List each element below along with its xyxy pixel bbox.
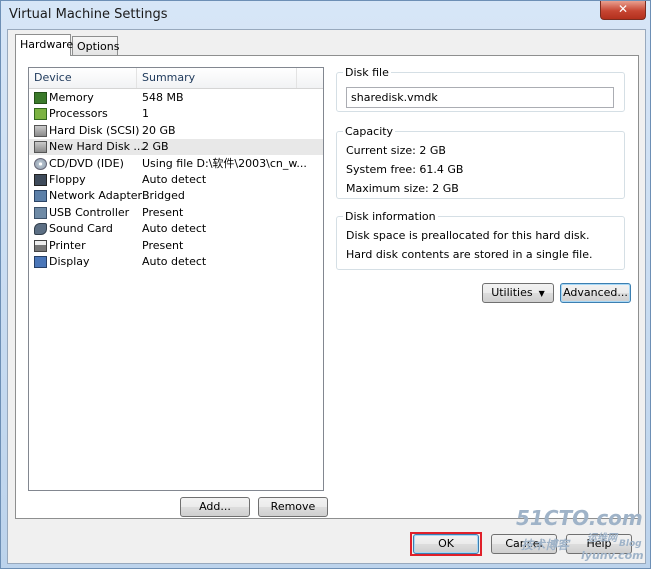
current-size-text: Current size: 2 GB [346,144,446,157]
utilities-label: Utilities [491,286,533,299]
device-name: Sound Card [49,222,113,236]
device-summary: 548 MB [142,91,184,104]
sound-card-icon [34,223,47,236]
device-name: Floppy [49,173,86,186]
device-row[interactable]: New Hard Disk ... 2 GB [29,139,323,156]
hard-disk-icon [34,124,47,137]
printer-icon [34,239,47,252]
device-name: Display [49,255,90,268]
maximum-size-text: Maximum size: 2 GB [346,182,459,195]
device-name: USB Controller [49,205,130,219]
watermark-badge: 运维网 [587,533,617,544]
memory-icon [34,92,47,104]
device-row[interactable]: Processors 1 [29,106,323,122]
tab-options[interactable]: Options [72,36,119,56]
dropdown-arrow-icon: ▼ [536,289,545,298]
device-row[interactable]: USB Controller Present [29,205,323,221]
device-summary: 1 [142,107,149,121]
window-title: Virtual Machine Settings [9,7,168,22]
device-summary: Bridged [142,189,185,203]
device-name: Processors [49,107,108,121]
watermark-blog: Blog [619,539,642,549]
device-summary: 20 GB [142,123,176,137]
preallocated-text: Disk space is preallocated for this hard… [346,229,590,242]
vm-settings-window: Virtual Machine Settings ✕ Hardware Opti… [0,0,651,569]
disk-file-field[interactable] [346,87,614,108]
device-name: New Hard Disk ... [49,140,144,154]
device-name: Hard Disk (SCSI) [49,123,140,137]
device-summary: Auto detect [142,222,207,236]
device-row[interactable]: Hard Disk (SCSI) 20 GB [29,123,323,139]
utilities-button[interactable]: Utilities ▼ [482,283,554,303]
device-row[interactable]: Printer Present [29,238,323,254]
dialog-client-area: Hardware Options Device Summary Memory 54… [7,29,646,564]
network-adapter-icon [34,190,47,203]
watermark-site: 51CTO.com [516,506,643,530]
ok-button[interactable]: OK [413,534,479,554]
capacity-group: Capacity Current size: 2 GB System free:… [336,125,625,199]
display-icon [34,256,47,268]
processor-icon [34,108,47,121]
add-device-button[interactable]: Add... [180,497,250,517]
device-list[interactable]: Device Summary Memory 548 MB Processors 1 Ha… [28,67,324,491]
device-row[interactable]: Floppy Auto detect [29,172,323,188]
device-row[interactable]: Sound Card Auto detect [29,221,323,237]
column-header-device[interactable]: Device [29,68,137,88]
hard-disk-icon [34,141,47,154]
device-name: Memory [49,91,94,104]
column-header-summary[interactable]: Summary [137,68,297,88]
watermark-url: lyunv.com [581,549,644,562]
tab-hardware[interactable]: Hardware [15,34,73,56]
close-button[interactable]: ✕ [600,1,646,20]
system-free-text: System free: 61.4 GB [346,163,464,176]
capacity-label: Capacity [343,125,396,138]
watermark-subtitle: 技术博客 [521,538,570,552]
disk-information-label: Disk information [343,210,438,223]
device-row[interactable]: Memory 548 MB [29,90,323,106]
disk-information-group: Disk information Disk space is prealloca… [336,210,625,270]
device-summary: Present [142,238,184,252]
device-name: Printer [49,238,86,252]
floppy-icon [34,174,47,186]
cd-dvd-icon [34,157,47,170]
device-summary: Using file D:\软件\2003\cn_w... [142,156,307,170]
title-bar: Virtual Machine Settings ✕ [1,1,650,29]
remove-device-button[interactable]: Remove [258,497,328,517]
device-summary: 2 GB [142,140,169,154]
device-row[interactable]: CD/DVD (IDE) Using file D:\软件\2003\cn_w..… [29,156,323,172]
device-row[interactable]: Network Adapter Bridged [29,188,323,204]
device-name: CD/DVD (IDE) [49,156,124,170]
hardware-tab-panel: Device Summary Memory 548 MB Processors 1 Ha… [15,55,639,519]
disk-file-label: Disk file [343,66,391,79]
device-summary: Auto detect [142,173,207,186]
device-row[interactable]: Display Auto detect [29,254,323,270]
device-summary: Present [142,205,184,219]
single-file-text: Hard disk contents are stored in a singl… [346,248,593,261]
disk-file-group: Disk file [336,66,625,112]
device-summary: Auto detect [142,255,207,268]
advanced-button[interactable]: Advanced... [560,283,631,303]
usb-icon [34,206,47,219]
device-name: Network Adapter [49,189,143,203]
device-list-header: Device Summary [29,68,323,89]
